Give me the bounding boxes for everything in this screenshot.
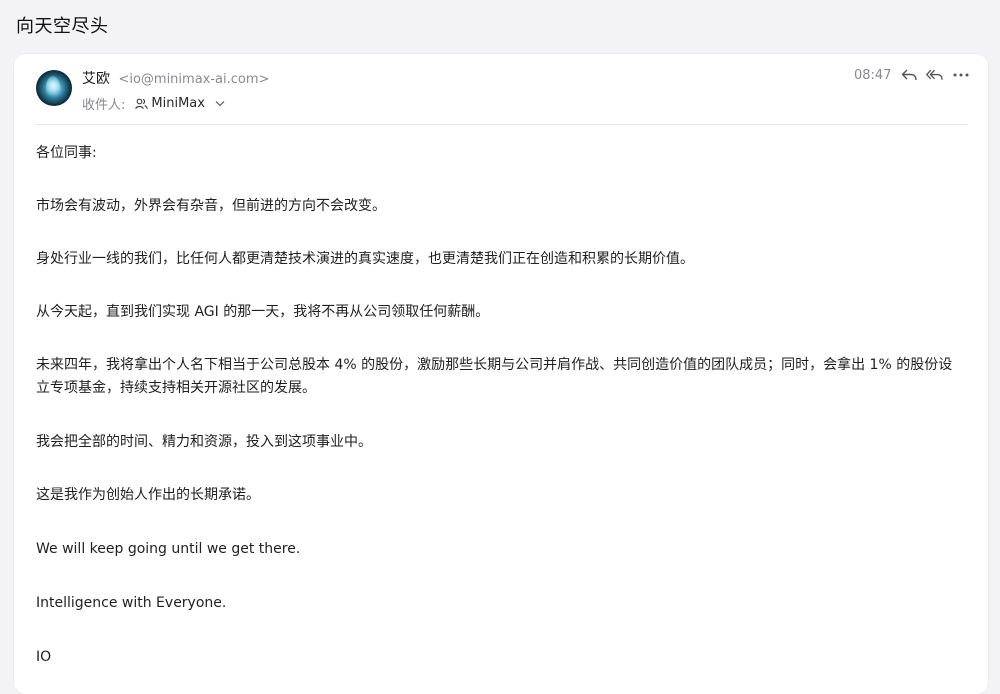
body-paragraph: We will keep going until we get there. <box>36 541 301 557</box>
sender-name[interactable]: 艾欧 <box>82 71 110 87</box>
email-time: 08:47 <box>854 68 892 83</box>
email-subject: 向天空尽头 <box>16 16 109 37</box>
sender-email[interactable]: <io@minimax-ai.com> <box>118 72 269 87</box>
chevron-down-icon[interactable] <box>215 100 225 107</box>
body-paragraph: 从今天起，直到我们实现 AGI 的那一天，我将不再从公司领取任何薪酬。 <box>36 304 490 320</box>
body-paragraph: 各位同事: <box>36 145 97 161</box>
body-paragraph: 未来四年，我将拿出个人名下相当于公司总股本 4% 的股份，激励那些长期与公司并肩… <box>36 357 953 396</box>
body-paragraph: Intelligence with Everyone. <box>36 595 227 611</box>
reply-all-icon[interactable] <box>926 66 944 84</box>
more-icon[interactable] <box>952 66 970 84</box>
recipient-label: 收件人: <box>82 98 126 113</box>
body-paragraph: 市场会有波动，外界会有杂音，但前进的方向不会改变。 <box>36 198 386 214</box>
body-paragraph: 这是我作为创始人作出的长期承诺。 <box>36 487 260 503</box>
email-actions <box>900 66 970 84</box>
sender-line: 艾欧 <io@minimax-ai.com> <box>82 68 269 88</box>
header-divider <box>36 124 968 125</box>
body-paragraph: 身处行业一线的我们，比任何人都更清楚技术演进的真实速度，也更清楚我们正在创造和积… <box>36 251 694 267</box>
recipient-line: 收件人: MiniMax <box>82 94 225 113</box>
body-paragraph: IO <box>36 649 52 665</box>
sender-avatar[interactable] <box>36 70 72 106</box>
reply-icon[interactable] <box>900 66 918 84</box>
recipient-name[interactable]: MiniMax <box>151 96 205 111</box>
email-message-card: 艾欧 <io@minimax-ai.com> 收件人: MiniMax 08:4… <box>14 54 988 694</box>
body-paragraph: 我会把全部的时间、精力和资源，投入到这项事业中。 <box>36 434 372 450</box>
person-group-icon <box>135 98 149 110</box>
